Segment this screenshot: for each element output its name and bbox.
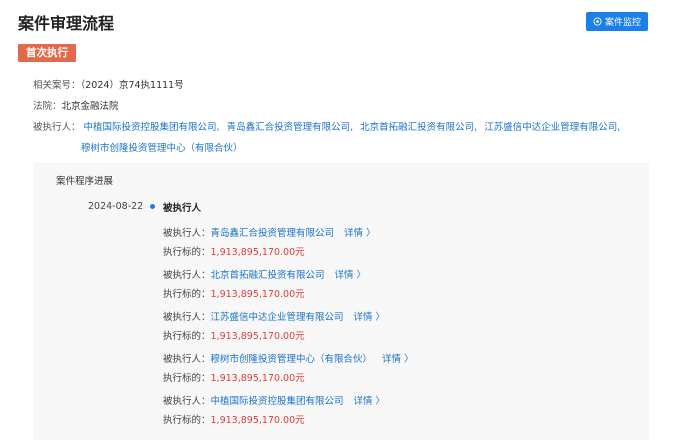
event-date: 2024-08-22	[88, 201, 144, 212]
entry-label: 被执行人：	[163, 396, 211, 407]
respondent-link[interactable]: 青岛鑫汇合投资管理有限公司,	[227, 122, 354, 133]
respondents-row-2: 穆树市创隆投资管理中心（有限合伙）	[81, 140, 243, 154]
respondents-row: 被执行人： 中植国际投资控股集团有限公司, 青岛鑫汇合投资管理有限公司, 北京首…	[33, 119, 624, 133]
entry-name-link[interactable]: 青岛鑫汇合投资管理有限公司	[211, 228, 335, 239]
respondent-entry: 被执行人：江苏盛信中达企业管理有限公司 详情 〉	[163, 309, 385, 323]
amount-row: 执行标的：1,913,895,170.00元	[163, 412, 305, 426]
respondent-entry: 被执行人：穆树市创隆投资管理中心（有限合伙） 详情 〉	[163, 351, 414, 365]
respondent-link[interactable]: 穆树市创隆投资管理中心（有限合伙）	[81, 143, 243, 154]
entry-name-link[interactable]: 北京首拓融汇投资有限公司	[211, 270, 325, 281]
stage-tag: 首次执行	[18, 44, 76, 62]
amount-row: 执行标的：1,913,895,170.00元	[163, 244, 305, 258]
entry-label: 被执行人：	[163, 354, 211, 365]
court-label: 法院：	[33, 101, 62, 112]
detail-link[interactable]: 详情 〉	[335, 270, 367, 281]
event-title: 被执行人	[163, 203, 202, 214]
entry-label: 被执行人：	[163, 312, 211, 323]
timeline-dot	[150, 204, 155, 209]
respondent-entry: 被执行人：中植国际投资控股集团有限公司 详情 〉	[163, 393, 385, 407]
progress-panel: 案件程序进展 2024-08-22 被执行人 被执行人：青岛鑫汇合投资管理有限公…	[33, 163, 649, 440]
amount-row: 执行标的：1,913,895,170.00元	[163, 370, 305, 384]
respondents-label: 被执行人：	[33, 122, 81, 133]
case-number: （2024）京74执1111号	[80, 80, 184, 91]
entry-label: 被执行人：	[163, 228, 211, 239]
case-number-row: 相关案号：（2024）京74执1111号	[33, 77, 184, 91]
entry-name-link[interactable]: 中植国际投资控股集团有限公司	[211, 396, 344, 407]
page-title: 案件审理流程	[18, 14, 115, 33]
respondent-entry: 被执行人：青岛鑫汇合投资管理有限公司 详情 〉	[163, 225, 376, 239]
entry-label: 被执行人：	[163, 270, 211, 281]
detail-link[interactable]: 详情 〉	[354, 396, 386, 407]
detail-link[interactable]: 详情 〉	[344, 228, 376, 239]
amount-label: 执行标的：	[163, 415, 211, 426]
entry-name-link[interactable]: 江苏盛信中达企业管理有限公司	[211, 312, 344, 323]
amount-label: 执行标的：	[163, 373, 211, 384]
amount-value: 1,913,895,170.00元	[210, 289, 305, 300]
case-monitor-label: 案件监控	[604, 18, 641, 28]
amount-value: 1,913,895,170.00元	[210, 331, 305, 342]
case-monitor-button[interactable]: 案件监控	[586, 12, 648, 31]
amount-row: 执行标的：1,913,895,170.00元	[163, 286, 305, 300]
entry-name-link[interactable]: 穆树市创隆投资管理中心（有限合伙）	[211, 354, 373, 365]
respondent-link[interactable]: 中植国际投资控股集团有限公司,	[84, 122, 220, 133]
court-row: 法院：北京金融法院	[33, 98, 119, 112]
amount-value: 1,913,895,170.00元	[210, 415, 305, 426]
respondent-link[interactable]: 江苏盛信中达企业管理有限公司,	[484, 122, 620, 133]
case-number-label: 相关案号：	[33, 80, 81, 91]
detail-link[interactable]: 详情 〉	[382, 354, 414, 365]
respondent-entry: 被执行人：北京首拓融汇投资有限公司 详情 〉	[163, 267, 366, 281]
respondent-link[interactable]: 北京首拓融汇投资有限公司,	[360, 122, 477, 133]
amount-label: 执行标的：	[163, 289, 211, 300]
amount-value: 1,913,895,170.00元	[210, 247, 305, 258]
amount-label: 执行标的：	[163, 331, 211, 342]
amount-row: 执行标的：1,913,895,170.00元	[163, 328, 305, 342]
court-name: 北京金融法院	[61, 101, 119, 112]
amount-label: 执行标的：	[163, 247, 211, 258]
detail-link[interactable]: 详情 〉	[354, 312, 386, 323]
amount-value: 1,913,895,170.00元	[210, 373, 305, 384]
eye-icon	[593, 17, 602, 26]
progress-title: 案件程序进展	[56, 176, 114, 187]
